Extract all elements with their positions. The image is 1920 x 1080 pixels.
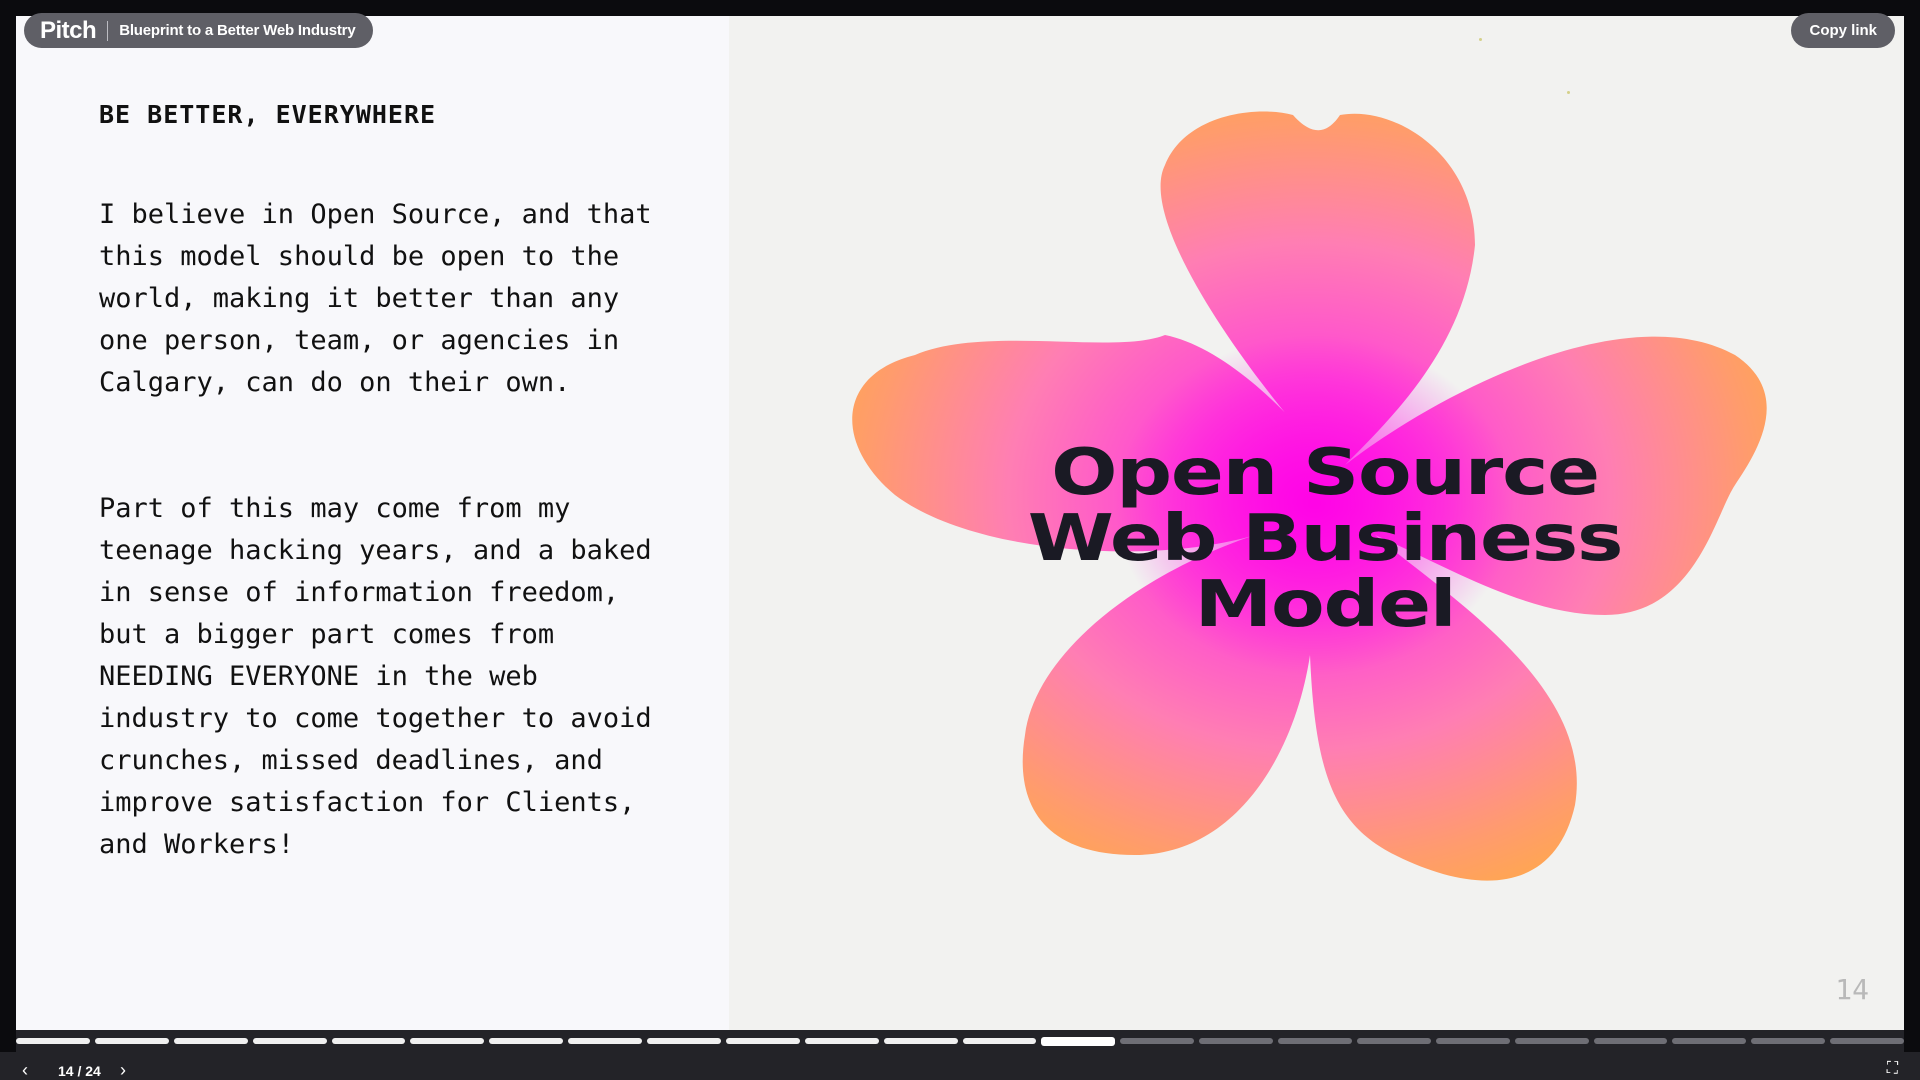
progress-segment[interactable] [804,1038,879,1044]
text-pane: BE BETTER, EVERYWHERE I believe in Open … [16,16,729,1030]
progress-segment[interactable] [1435,1038,1510,1044]
slide-heading: BE BETTER, EVERYWHERE [99,100,437,129]
slide-body: I believe in Open Source, and that this … [99,152,699,950]
body-paragraph-1: I believe in Open Source, and that this … [99,199,652,398]
hero-title-line-2: Web Business [1027,502,1624,576]
progress-segment[interactable] [1120,1038,1195,1044]
progress-segment[interactable] [1356,1038,1431,1044]
hero-title-line-1: Open Source [1051,436,1600,510]
presentation-title: Blueprint to a Better Web Industry [119,22,356,39]
progress-segment[interactable] [1672,1038,1747,1044]
hero-title-line-3: Model [1194,568,1457,642]
copy-link-button[interactable]: Copy link [1791,13,1895,48]
progress-segment[interactable] [1514,1038,1589,1044]
progress-segment[interactable] [647,1038,721,1044]
progress-segment[interactable] [1830,1038,1904,1044]
progress-segment[interactable] [1751,1038,1826,1044]
chevron-right-icon[interactable]: › [120,1061,126,1079]
header-divider [107,20,109,41]
progress-segment[interactable] [252,1038,327,1044]
progress-segment[interactable] [331,1038,406,1044]
progress-segment[interactable] [489,1038,564,1044]
progress-segment[interactable] [16,1038,90,1044]
slide-number: 14 [1835,973,1869,1006]
presentation-header[interactable]: Pitch Blueprint to a Better Web Industry [24,13,374,48]
bottom-navigation-bar: ‹ 14 / 24 › ⛶ [0,1052,1920,1080]
progress-segment[interactable] [94,1038,169,1044]
progress-segment[interactable] [725,1038,800,1044]
progress-segment[interactable] [1041,1036,1116,1046]
fullscreen-icon[interactable]: ⛶ [1887,1061,1898,1077]
pitch-logo[interactable]: Pitch [40,17,97,45]
slide-progress-bar[interactable] [16,1030,1904,1052]
slide-counter: 14 / 24 [58,1063,101,1079]
progress-segment[interactable] [883,1038,958,1044]
progress-segment[interactable] [410,1038,485,1044]
progress-segment[interactable] [1593,1038,1668,1044]
hero-title: Open Source Web Business Model [916,440,1733,638]
progress-segment[interactable] [568,1038,642,1044]
progress-segment[interactable] [962,1038,1037,1044]
progress-segment[interactable] [1278,1038,1352,1044]
progress-segment[interactable] [173,1038,248,1044]
chevron-left-icon[interactable]: ‹ [22,1061,28,1079]
progress-segment[interactable] [1199,1038,1273,1044]
body-paragraph-2: Part of this may come from my teenage ha… [99,493,652,860]
